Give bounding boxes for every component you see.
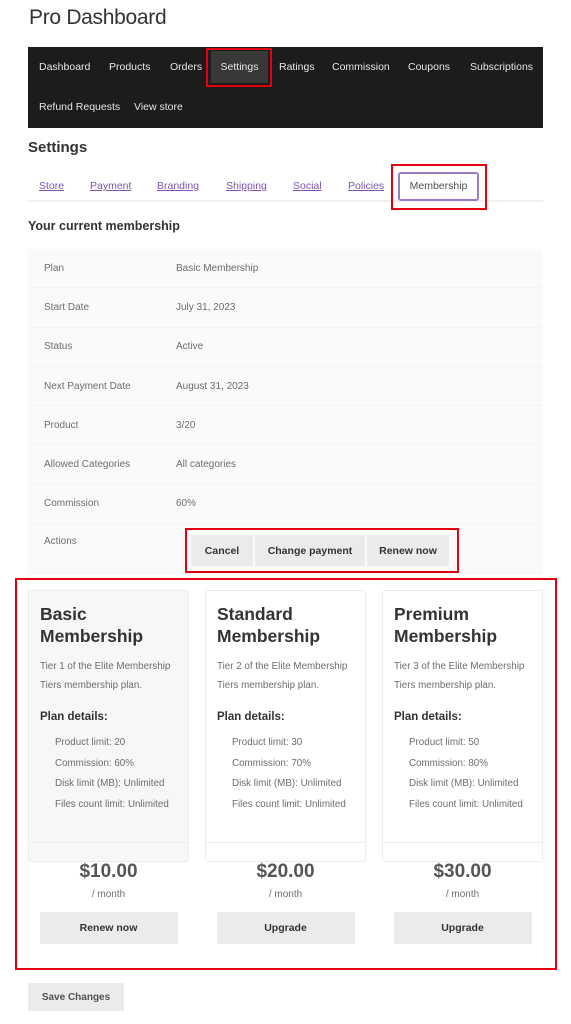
settings-heading: Settings xyxy=(28,139,88,156)
nav-item-subscriptions[interactable]: Subscriptions xyxy=(470,47,533,87)
row-label: Product xyxy=(44,419,79,431)
list-item: Commission: 70% xyxy=(232,757,311,769)
tab-social[interactable]: Social xyxy=(293,180,322,192)
plan-name: Standard Membership xyxy=(217,604,321,646)
row-value: 3/20 xyxy=(176,419,196,431)
top-navigation: Dashboard Products Orders Settings Ratin… xyxy=(28,47,543,128)
plan-period: / month xyxy=(91,889,126,900)
nav-item-products[interactable]: Products xyxy=(109,47,150,87)
row-value: Active xyxy=(176,341,204,353)
plan-details-list: Product limit: 20 Commission: 60% Disk l… xyxy=(40,733,177,815)
membership-details-table: Plan Basic Membership Start Date July 31, … xyxy=(28,249,543,575)
current-membership-heading: Your current membership xyxy=(28,219,180,233)
nav-item-settings[interactable]: Settings xyxy=(211,51,268,83)
plan-card-premium: Premium Membership Tier 3 of the Elite M… xyxy=(382,590,543,944)
membership-actions: Cancel Change payment Renew now xyxy=(191,535,449,566)
row-value: 60% xyxy=(176,498,197,510)
tab-policies[interactable]: Policies xyxy=(348,180,384,192)
list-item: Product limit: 30 xyxy=(232,737,303,748)
plan-details-list: Product limit: 50 Commission: 80% Disk l… xyxy=(394,733,531,815)
list-item: Product limit: 50 xyxy=(409,737,480,748)
tab-payment[interactable]: Payment xyxy=(90,180,131,192)
nav-item-dashboard[interactable]: Dashboard xyxy=(39,47,90,87)
list-item: Commission: 60% xyxy=(55,757,134,769)
row-label: Plan xyxy=(44,262,65,274)
cancel-button[interactable]: Cancel xyxy=(191,535,253,566)
tab-branding[interactable]: Branding xyxy=(157,180,199,192)
tab-membership[interactable]: Membership xyxy=(398,172,479,201)
nav-item-ratings[interactable]: Ratings xyxy=(279,47,315,87)
plan-period: / month xyxy=(268,889,303,900)
plan-card-basic: Basic Membership Tier 1 of the Elite Mem… xyxy=(28,590,189,944)
row-value: Basic Membership xyxy=(176,262,259,274)
plan-details-heading: Plan details: xyxy=(40,711,108,723)
save-changes-button[interactable]: Save Changes xyxy=(28,983,124,1011)
list-item: Disk limit (MB): Unlimited xyxy=(55,778,165,789)
nav-item-coupons[interactable]: Coupons xyxy=(408,47,450,87)
nav-item-view-store[interactable]: View store xyxy=(134,87,183,127)
nav-item-refund-requests[interactable]: Refund Requests xyxy=(39,87,120,127)
plan-price: $10.00 xyxy=(79,861,138,882)
list-item: Product limit: 20 xyxy=(55,737,126,748)
list-item: Commission: 80% xyxy=(409,757,488,769)
table-row: Status Active xyxy=(28,327,543,367)
renew-plan-button[interactable]: Renew now xyxy=(39,912,178,944)
plan-name: Premium Membership xyxy=(394,604,498,646)
row-label: Next Payment Date xyxy=(44,380,131,392)
plan-details-heading: Plan details: xyxy=(394,711,462,723)
row-label: Status xyxy=(44,341,73,353)
row-value: July 31, 2023 xyxy=(176,301,236,313)
list-item: Files count limit: Unlimited xyxy=(55,798,169,810)
row-value: All categories xyxy=(176,459,237,471)
plan-details-heading: Plan details: xyxy=(217,711,285,723)
plan-description: Tier 2 of the Elite Membership Tiers mem… xyxy=(217,661,348,691)
renew-now-button[interactable]: Renew now xyxy=(367,535,449,566)
row-label: Actions xyxy=(44,536,77,548)
membership-plans: Basic Membership Tier 1 of the Elite Mem… xyxy=(28,590,543,944)
row-label: Commission xyxy=(44,498,100,510)
row-label: Start Date xyxy=(44,301,90,313)
page-title: Pro Dashboard xyxy=(29,6,167,29)
tab-store[interactable]: Store xyxy=(39,180,64,192)
settings-tabs: Store Payment Branding Shipping Social P… xyxy=(28,170,543,202)
plan-description: Tier 3 of the Elite Membership Tiers mem… xyxy=(394,661,525,691)
list-item: Disk limit (MB): Unlimited xyxy=(232,778,342,789)
upgrade-premium-button[interactable]: Upgrade xyxy=(393,912,532,944)
plan-price: $20.00 xyxy=(256,861,315,882)
plan-details-list: Product limit: 30 Commission: 70% Disk l… xyxy=(217,733,354,815)
list-item: Files count limit: Unlimited xyxy=(232,798,346,810)
upgrade-standard-button[interactable]: Upgrade xyxy=(216,912,355,944)
nav-item-orders[interactable]: Orders xyxy=(170,47,202,87)
list-item: Files count limit: Unlimited xyxy=(409,798,523,810)
list-item: Disk limit (MB): Unlimited xyxy=(409,778,519,789)
nav-item-commission[interactable]: Commission xyxy=(332,47,390,87)
plan-card-standard: Standard Membership Tier 2 of the Elite … xyxy=(205,590,366,944)
table-row: Plan Basic Membership xyxy=(28,249,543,289)
table-row: Product 3/20 xyxy=(28,406,543,446)
change-payment-button[interactable]: Change payment xyxy=(255,535,365,566)
plan-period: / month xyxy=(445,889,480,900)
table-row: Start Date July 31, 2023 xyxy=(28,288,543,328)
plan-price: $30.00 xyxy=(433,861,492,882)
row-value: August 31, 2023 xyxy=(176,380,249,392)
tab-shipping[interactable]: Shipping xyxy=(226,180,267,192)
row-label: Allowed Categories xyxy=(44,459,131,471)
table-row: Next Payment Date August 31, 2023 xyxy=(28,366,543,407)
plan-name: Basic Membership xyxy=(40,604,144,646)
table-row: Allowed Categories All categories xyxy=(28,445,543,485)
table-row: Commission 60% xyxy=(28,484,543,525)
plan-description: Tier 1 of the Elite Membership Tiers mem… xyxy=(40,661,171,691)
